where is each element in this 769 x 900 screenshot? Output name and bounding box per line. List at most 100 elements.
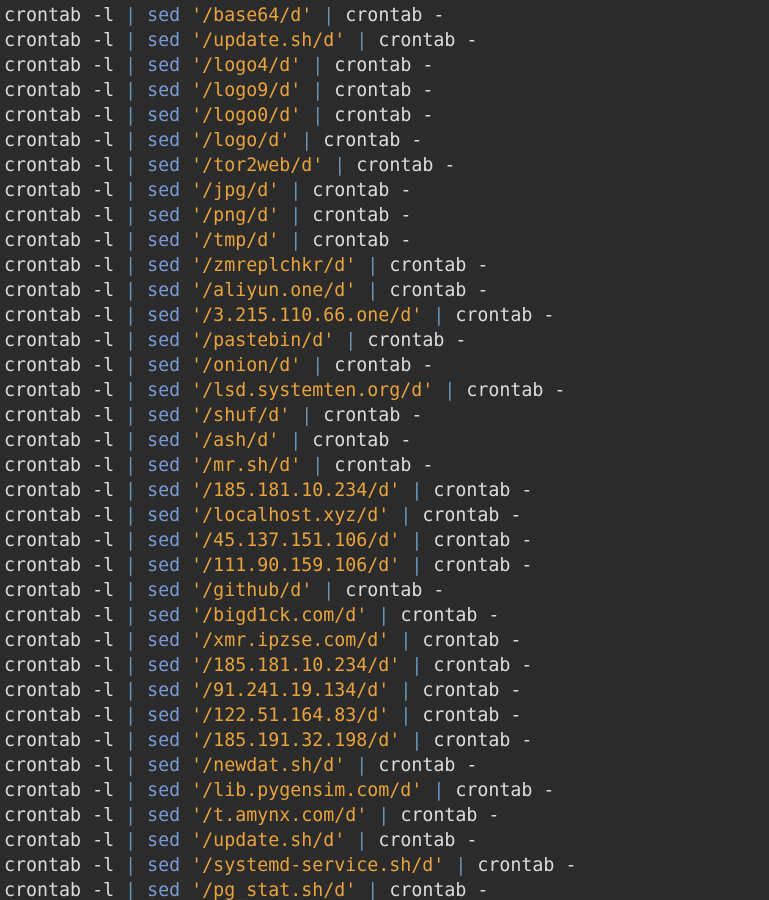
sed-keyword: sed xyxy=(147,180,181,201)
pipe-token: | xyxy=(455,855,467,876)
pipe-token: | xyxy=(301,130,313,151)
flag-token: -l xyxy=(92,680,115,701)
stdin-token: - xyxy=(400,430,412,451)
pipe-token: | xyxy=(125,380,137,401)
code-line: crontab -l | sed '/ash/d' | crontab - xyxy=(4,428,769,453)
command-token: crontab xyxy=(4,855,82,876)
pipe-token: | xyxy=(323,580,335,601)
pipe-token: | xyxy=(125,505,137,526)
sed-pattern-string: '/122.51.164.83/d' xyxy=(191,705,390,726)
command-token: crontab xyxy=(356,155,434,176)
pipe-token: | xyxy=(323,5,335,26)
code-editor[interactable]: crontab -l | sed '/base64/d' | crontab -… xyxy=(0,0,769,900)
pipe-token: | xyxy=(312,55,324,76)
stdin-token: - xyxy=(444,155,456,176)
stdin-token: - xyxy=(433,5,445,26)
flag-token: -l xyxy=(92,305,115,326)
sed-keyword: sed xyxy=(147,655,181,676)
pipe-token: | xyxy=(125,480,137,501)
stdin-token: - xyxy=(521,555,533,576)
sed-keyword: sed xyxy=(147,605,181,626)
command-token: crontab xyxy=(400,805,478,826)
pipe-token: | xyxy=(411,555,423,576)
stdin-token: - xyxy=(455,330,467,351)
sed-pattern-string: '/185.181.10.234/d' xyxy=(191,480,401,501)
stdin-token: - xyxy=(543,305,555,326)
command-token: crontab xyxy=(4,605,82,626)
sed-keyword: sed xyxy=(147,880,181,900)
command-token: crontab xyxy=(378,30,456,51)
command-token: crontab xyxy=(4,680,82,701)
pipe-token: | xyxy=(312,455,324,476)
code-line: crontab -l | sed '/logo/d' | crontab - xyxy=(4,128,769,153)
flag-token: -l xyxy=(92,205,115,226)
code-line: crontab -l | sed '/lib.pygensim.com/d' |… xyxy=(4,778,769,803)
sed-keyword: sed xyxy=(147,830,181,851)
stdin-token: - xyxy=(477,880,489,900)
sed-keyword: sed xyxy=(147,255,181,276)
flag-token: -l xyxy=(92,30,115,51)
command-token: crontab xyxy=(378,830,456,851)
command-token: crontab xyxy=(4,630,82,651)
command-token: crontab xyxy=(4,205,82,226)
sed-keyword: sed xyxy=(147,505,181,526)
sed-pattern-string: '/3.215.110.66.one/d' xyxy=(191,305,423,326)
command-token: crontab xyxy=(433,555,511,576)
pipe-token: | xyxy=(125,55,137,76)
command-token: crontab xyxy=(4,555,82,576)
sed-pattern-string: '/pg_stat.sh/d' xyxy=(191,880,357,900)
pipe-token: | xyxy=(400,505,412,526)
sed-keyword: sed xyxy=(147,5,181,26)
flag-token: -l xyxy=(92,580,115,601)
sed-pattern-string: '/xmr.ipzse.com/d' xyxy=(191,630,390,651)
sed-keyword: sed xyxy=(147,105,181,126)
command-token: crontab xyxy=(4,805,82,826)
command-token: crontab xyxy=(433,480,511,501)
flag-token: -l xyxy=(92,430,115,451)
stdin-token: - xyxy=(510,705,522,726)
sed-keyword: sed xyxy=(147,580,181,601)
command-token: crontab xyxy=(4,55,82,76)
sed-pattern-string: '/base64/d' xyxy=(191,5,313,26)
sed-keyword: sed xyxy=(147,355,181,376)
stdin-token: - xyxy=(422,455,434,476)
sed-keyword: sed xyxy=(147,705,181,726)
code-line: crontab -l | sed '/logo0/d' | crontab - xyxy=(4,103,769,128)
command-token: crontab xyxy=(4,80,82,101)
stdin-token: - xyxy=(488,605,500,626)
pipe-token: | xyxy=(125,730,137,751)
sed-keyword: sed xyxy=(147,455,181,476)
pipe-token: | xyxy=(125,605,137,626)
flag-token: -l xyxy=(92,130,115,151)
code-line: crontab -l | sed '/tmp/d' | crontab - xyxy=(4,228,769,253)
stdin-token: - xyxy=(510,630,522,651)
command-token: crontab xyxy=(345,580,423,601)
sed-pattern-string: '/bigd1ck.com/d' xyxy=(191,605,368,626)
sed-keyword: sed xyxy=(147,305,181,326)
code-line: crontab -l | sed '/tor2web/d' | crontab … xyxy=(4,153,769,178)
command-token: crontab xyxy=(477,855,555,876)
stdin-token: - xyxy=(400,180,412,201)
sed-pattern-string: '/mr.sh/d' xyxy=(191,455,302,476)
pipe-token: | xyxy=(125,230,137,251)
stdin-token: - xyxy=(477,255,489,276)
command-token: crontab xyxy=(334,55,412,76)
pipe-token: | xyxy=(125,805,137,826)
command-token: crontab xyxy=(4,355,82,376)
command-token: crontab xyxy=(400,605,478,626)
pipe-token: | xyxy=(367,255,379,276)
flag-token: -l xyxy=(92,655,115,676)
flag-token: -l xyxy=(92,80,115,101)
command-token: crontab xyxy=(4,780,82,801)
sed-pattern-string: '/png/d' xyxy=(191,205,280,226)
sed-keyword: sed xyxy=(147,55,181,76)
stdin-token: - xyxy=(510,680,522,701)
sed-keyword: sed xyxy=(147,205,181,226)
pipe-token: | xyxy=(125,580,137,601)
pipe-token: | xyxy=(125,830,137,851)
sed-pattern-string: '/185.181.10.234/d' xyxy=(191,655,401,676)
pipe-token: | xyxy=(125,655,137,676)
pipe-token: | xyxy=(378,605,390,626)
flag-token: -l xyxy=(92,755,115,776)
pipe-token: | xyxy=(400,705,412,726)
